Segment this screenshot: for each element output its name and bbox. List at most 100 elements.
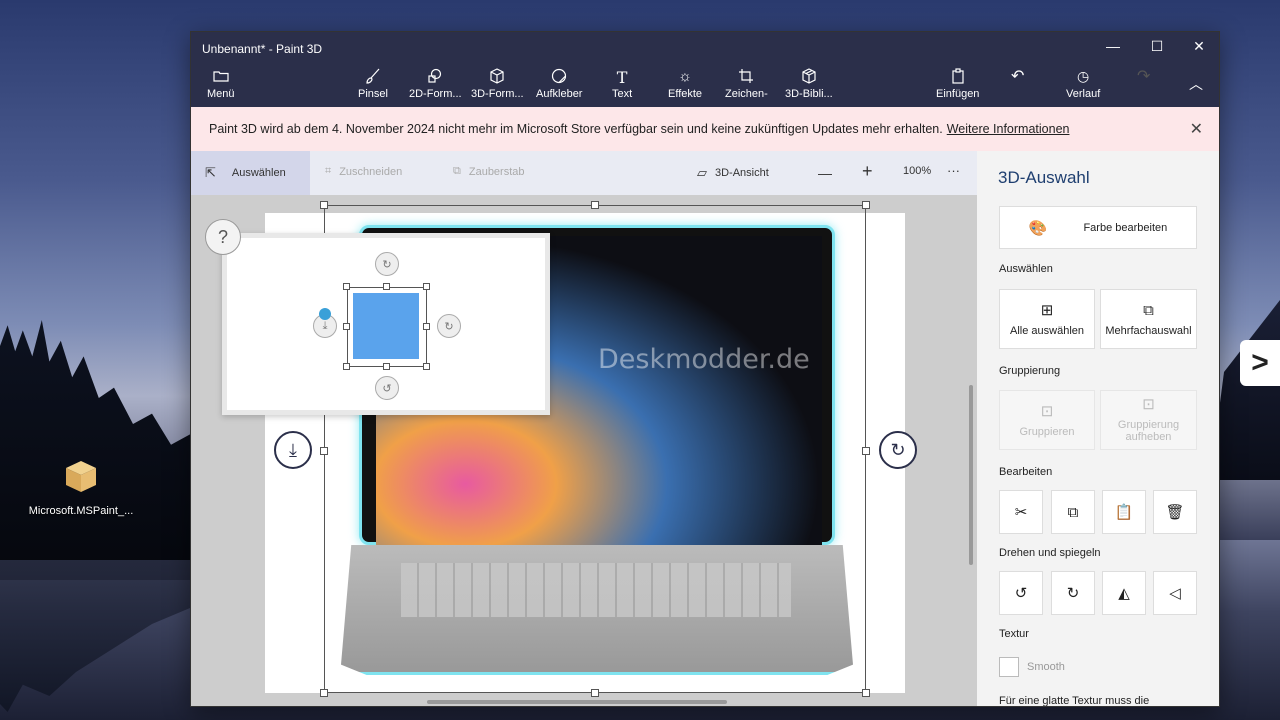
history-icon: ◷ bbox=[1077, 68, 1090, 84]
toolbar-effects[interactable]: ☼ Effekte bbox=[668, 68, 702, 100]
help-button[interactable]: ? bbox=[205, 219, 241, 255]
delete-button[interactable]: 🗑 bbox=[1153, 490, 1197, 534]
toolbar-history[interactable]: ◷ Verlauf bbox=[1066, 68, 1100, 100]
canvas-crop-icon bbox=[739, 69, 754, 83]
maximize-button[interactable]: ☐ bbox=[1137, 38, 1177, 55]
more-options-button[interactable]: ··· bbox=[947, 163, 960, 178]
group-button[interactable]: ⊡ Gruppieren bbox=[999, 390, 1095, 450]
redo-button[interactable]: ↷ bbox=[1137, 66, 1150, 86]
copy-icon: ⧉ bbox=[1067, 503, 1079, 521]
zoom-out-button[interactable]: — bbox=[818, 165, 832, 181]
banner-more-info-link[interactable]: Weitere Informationen bbox=[947, 122, 1070, 136]
toolbar-3d-library-label: 3D-Bibli... bbox=[785, 88, 833, 100]
undo-button[interactable]: ↶ bbox=[1011, 66, 1024, 86]
z-depth-control[interactable]: ⤓ bbox=[274, 431, 312, 469]
rotate-icon: ↻ bbox=[890, 439, 906, 460]
flip-horizontal-button[interactable]: ◭ bbox=[1102, 571, 1146, 615]
toolbar-effects-label: Effekte bbox=[668, 88, 703, 100]
toolbar-canvas-label: Zeichen- bbox=[725, 88, 768, 100]
3d-library-icon bbox=[802, 68, 816, 84]
tooltip-handle bbox=[343, 363, 350, 370]
select-tool-label: Auswählen bbox=[231, 167, 286, 179]
copy-button[interactable]: ⧉ bbox=[1051, 490, 1095, 534]
banner-close-icon[interactable]: ✕ bbox=[1190, 119, 1203, 139]
crop-tool-button[interactable]: ⌗ Zuschneiden bbox=[325, 165, 402, 178]
resize-handle-r[interactable] bbox=[862, 447, 870, 455]
toolbar-text-label: Text bbox=[612, 88, 633, 100]
canvas-area[interactable]: Deskmodder.de ⤓ ↻ ? ↻ ↺ ⤓ ↻ bbox=[191, 195, 977, 706]
resize-handle-t[interactable] bbox=[591, 201, 599, 209]
toolbar-3d-shapes[interactable]: 3D-Form... bbox=[471, 68, 524, 100]
flip-vertical-icon: ◁ bbox=[1169, 585, 1181, 602]
rotate-left-button[interactable]: ↺ bbox=[999, 571, 1043, 615]
cube-icon bbox=[490, 68, 504, 84]
resize-handle-l[interactable] bbox=[320, 447, 328, 455]
select-all-button[interactable]: ⊞ Alle auswählen bbox=[999, 289, 1095, 349]
toolbar-stickers[interactable]: Aufkleber bbox=[536, 68, 582, 100]
ungroup-button[interactable]: ⊡ Gruppierung aufheben bbox=[1100, 390, 1197, 450]
resize-handle-tl[interactable] bbox=[320, 201, 328, 209]
resize-handle-tr[interactable] bbox=[862, 201, 870, 209]
toolbar-3d-shapes-label: 3D-Form... bbox=[471, 88, 524, 100]
view-3d-button[interactable]: ▱ 3D-Ansicht bbox=[697, 165, 769, 181]
horizontal-scrollbar[interactable] bbox=[427, 700, 727, 704]
rotate-right-icon: ↻ bbox=[1066, 585, 1080, 602]
toolbar-paste[interactable]: Einfügen bbox=[936, 68, 979, 100]
collapse-toolbar-button[interactable]: ︿ bbox=[1189, 74, 1203, 94]
resize-handle-b[interactable] bbox=[591, 689, 599, 697]
text-icon: T bbox=[616, 68, 628, 87]
flip-horizontal-icon: ◭ bbox=[1118, 585, 1130, 602]
palette-icon: 🎨 bbox=[1028, 219, 1048, 237]
tooltip-handle bbox=[423, 283, 430, 290]
group-heading: Gruppierung bbox=[999, 365, 1061, 377]
paste-button[interactable]: 📋 bbox=[1102, 490, 1146, 534]
tooltip-handle bbox=[383, 283, 390, 290]
cut-button[interactable]: ✂ bbox=[999, 490, 1043, 534]
flip-vertical-button[interactable]: ◁ bbox=[1153, 571, 1197, 615]
desktop-icon-label: Microsoft.MSPaint_... bbox=[28, 505, 134, 517]
minimize-button[interactable]: — bbox=[1093, 38, 1133, 54]
close-button[interactable]: ✕ bbox=[1179, 38, 1219, 55]
toolbar-2d-shapes[interactable]: 2D-Form... bbox=[409, 68, 462, 100]
select-tool-button[interactable]: ⇱ Auswählen bbox=[191, 151, 310, 195]
multi-select-button[interactable]: ⧉ Mehrfachauswahl bbox=[1100, 289, 1197, 349]
push-depth-icon: ⤓ bbox=[289, 439, 297, 460]
tooltip-handle bbox=[423, 323, 430, 330]
texture-heading: Textur bbox=[999, 628, 1029, 640]
desktop-icon-mspaint[interactable]: Microsoft.MSPaint_... bbox=[26, 456, 136, 517]
vertical-scrollbar[interactable] bbox=[969, 385, 973, 565]
toolbar-canvas[interactable]: Zeichen- bbox=[725, 68, 768, 100]
edit-color-label: Farbe bearbeiten bbox=[1083, 221, 1168, 234]
toolbar-stickers-label: Aufkleber bbox=[536, 88, 583, 100]
sun-icon: ☼ bbox=[678, 68, 692, 85]
toolbar-brushes-label: Pinsel bbox=[358, 88, 388, 100]
resize-handle-bl[interactable] bbox=[320, 689, 328, 697]
smooth-note: Für eine glatte Textur muss die bbox=[999, 695, 1150, 707]
magic-select-label: Zauberstab bbox=[468, 165, 525, 178]
ungroup-icon: ⊡ bbox=[1142, 395, 1155, 413]
crop-icon: ⌗ bbox=[325, 165, 332, 177]
rotate-y-control[interactable]: ↻ bbox=[879, 431, 917, 469]
toolbar-brushes[interactable]: Pinsel bbox=[358, 68, 388, 100]
select-heading: Auswählen bbox=[999, 263, 1053, 275]
edit-color-button[interactable]: 🎨 Farbe bearbeiten bbox=[999, 206, 1197, 249]
multi-select-label: Mehrfachauswahl bbox=[1105, 324, 1192, 337]
zoom-in-button[interactable]: + bbox=[862, 161, 873, 182]
help-tooltip-popup: ↻ ↺ ⤓ ↻ bbox=[222, 233, 550, 415]
rotate-right-button[interactable]: ↻ bbox=[1051, 571, 1095, 615]
toolbar-text[interactable]: T Text bbox=[612, 68, 632, 100]
scissors-icon: ✂ bbox=[1014, 504, 1028, 521]
resize-handle-br[interactable] bbox=[862, 689, 870, 697]
window-title: Unbenannt* - Paint 3D bbox=[202, 42, 323, 56]
paste-icon: 📋 bbox=[1114, 504, 1134, 521]
brush-icon bbox=[366, 68, 380, 84]
next-arrow-button[interactable]: > bbox=[1240, 340, 1280, 386]
toolbar-3d-library[interactable]: 3D-Bibli... bbox=[785, 68, 833, 100]
cursor-icon: ⇱ bbox=[205, 165, 216, 180]
redo-icon: ↷ bbox=[1137, 68, 1151, 85]
smooth-checkbox[interactable] bbox=[999, 657, 1019, 677]
zoom-level[interactable]: 100% bbox=[903, 165, 931, 177]
magic-select-button[interactable]: ⧉ Zauberstab bbox=[453, 165, 525, 178]
sticker-icon bbox=[552, 68, 567, 84]
toolbar-menu[interactable]: Menü bbox=[207, 68, 235, 100]
